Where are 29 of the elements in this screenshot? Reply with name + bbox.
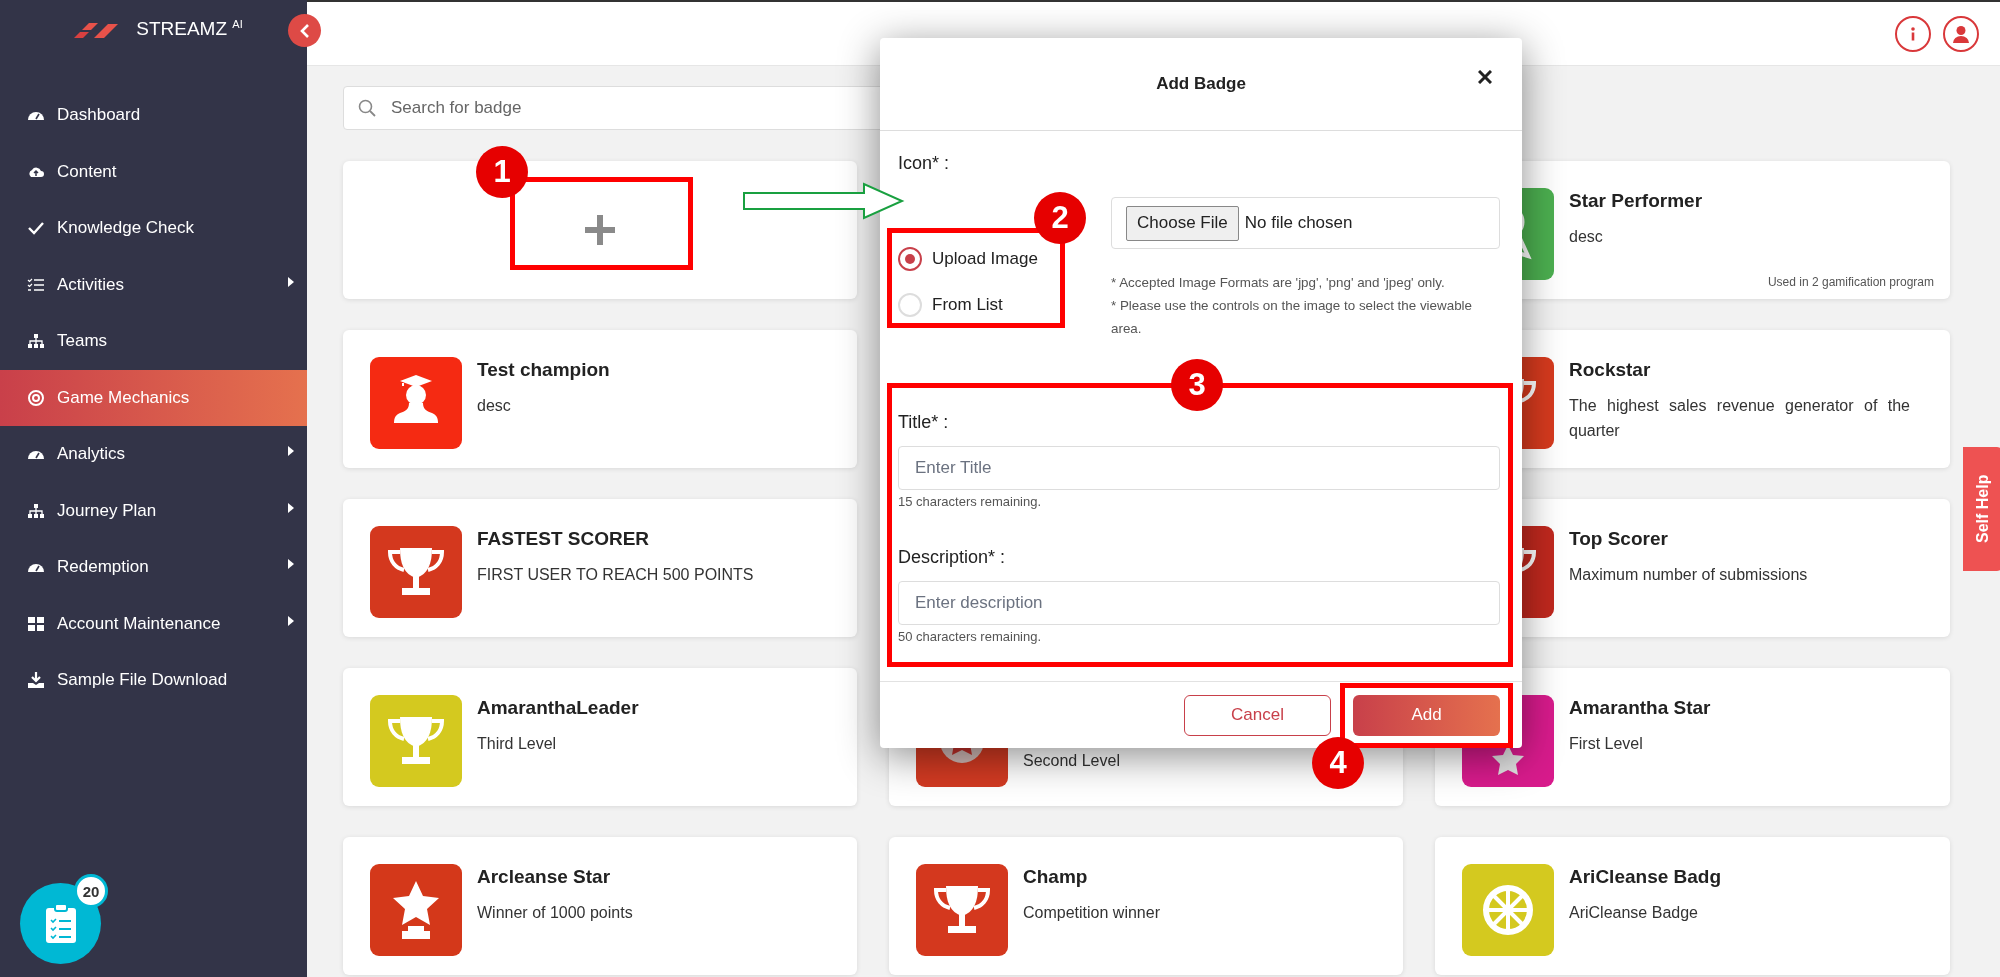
badge-description: desc [477,396,512,416]
badge-description: desc [1569,227,1604,247]
character-counter: 50 characters remaining. [898,629,1043,644]
badge-description: Winner of 1000 points [477,903,633,923]
badge-description: Competition winner [1023,903,1160,923]
badge-title: Star Performer [1569,190,1703,212]
badge-description: Third Level [477,734,558,754]
badge-title: Champ [1023,866,1089,888]
field-label: Icon* : [898,153,951,174]
badge-title: Test champion [477,359,610,381]
badge-title: AmaranthaLeader [477,697,639,719]
badge-description: FIRST USER TO REACH 500 POINTS [477,565,754,585]
character-counter: 15 characters remaining. [898,494,1043,509]
brand-name: STREAMZ $^{AI}$ [136,17,243,41]
badge-description: First Level [1569,734,1644,754]
badge-description: The highest sales revenue generator of the quarter [1569,396,1910,441]
badge-title: Top Scorer [1569,528,1669,550]
badge-title: FASTEST SCORER [477,528,651,550]
badge-title: Rockstar [1569,359,1652,381]
field-label: Description* : [898,547,1007,568]
badge-title: Arcleanse Star [477,866,612,888]
badge-description: Maximum number of submissions [1569,565,1808,585]
badge-description: AriCleanse Badge [1569,903,1699,923]
file-status: No file chosen [1244,213,1353,233]
badge-title: AriCleanse Badg [1569,866,1722,888]
usage-note: Used in 2 gamification program [1767,275,1934,289]
field-label: Title* : [898,412,950,433]
badge-description: Second Level [1023,751,1120,771]
badge-title: Amarantha Star [1569,697,1711,719]
